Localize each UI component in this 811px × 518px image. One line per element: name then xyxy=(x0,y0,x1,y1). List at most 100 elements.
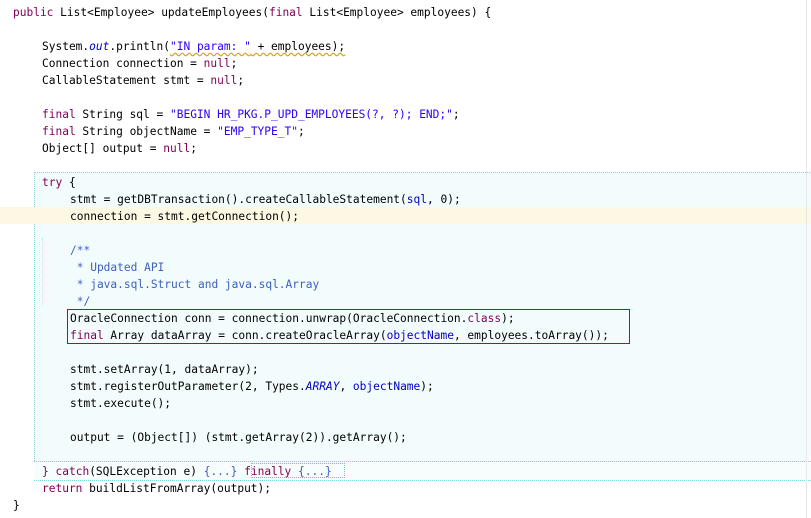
code-token: { xyxy=(62,176,76,189)
code-token: , xyxy=(339,380,353,393)
code-line-21[interactable]: } catch(SQLException e) {...} finally {.… xyxy=(0,463,811,480)
code-token: return xyxy=(42,482,83,495)
code-token: final xyxy=(268,6,303,19)
code-token: ); xyxy=(420,380,434,393)
code-line-2[interactable]: System.out.println("IN param: " + employ… xyxy=(0,38,811,55)
code-text: final Array dataArray = conn.createOracl… xyxy=(70,327,609,344)
code-token: stmt = getDBTransaction().createCallable… xyxy=(70,193,407,206)
code-token: ARRAY xyxy=(305,380,340,393)
code-token: buildListFromArray(output); xyxy=(82,482,272,495)
code-token: output = (Object[]) (stmt.getArray(2)).g… xyxy=(70,431,407,444)
code-token: ; xyxy=(230,57,238,70)
code-token: public xyxy=(13,6,54,19)
code-line-23[interactable]: } xyxy=(0,497,811,514)
code-token: final xyxy=(42,108,76,121)
code-text: } catch(SQLException e) {...} finally {.… xyxy=(42,463,332,480)
code-token: stmt.setArray(1, dataArray); xyxy=(70,363,259,376)
code-line-22[interactable]: return buildListFromArray(output); xyxy=(0,480,811,497)
code-text: try { xyxy=(42,174,76,191)
code-token: objectName xyxy=(386,329,454,342)
code-text: final String objectName = "EMP_TYPE_T"; xyxy=(42,123,305,140)
code-token: */ xyxy=(70,295,91,308)
code-token: stmt.registerOutParameter(2, Types. xyxy=(70,380,306,393)
code-line-5[interactable]: final String sql = "BEGIN HR_PKG.P_UPD_E… xyxy=(0,106,811,123)
code-token: connection = stmt.getConnection(); xyxy=(70,210,300,223)
code-text: return buildListFromArray(output); xyxy=(42,480,271,497)
code-token: String sql = xyxy=(75,108,170,121)
code-text: stmt.registerOutParameter(2, Types.ARRAY… xyxy=(70,378,434,395)
code-token: * Updated API xyxy=(70,261,165,274)
code-token: {...} xyxy=(203,465,238,478)
code-text: Object[] output = null; xyxy=(42,140,197,157)
code-line-7[interactable]: Object[] output = null; xyxy=(0,140,811,157)
code-text: stmt.setArray(1, dataArray); xyxy=(70,361,259,378)
code-line-15[interactable]: OracleConnection conn = connection.unwra… xyxy=(0,310,811,327)
code-token: {...} xyxy=(298,465,332,478)
code-token: List<Employee> updateEmployees( xyxy=(53,6,269,19)
code-token: .println( xyxy=(109,40,170,53)
code-token: "EMP_TYPE_T" xyxy=(217,125,298,138)
code-token: final xyxy=(42,125,76,138)
code-token: sql xyxy=(406,193,427,206)
code-line-4[interactable]: CallableStatement stmt = null; xyxy=(0,72,811,89)
code-token: out xyxy=(89,40,110,53)
code-token: stmt.execute(); xyxy=(70,397,172,410)
code-line-14[interactable]: */ xyxy=(0,293,811,310)
code-token: ); xyxy=(501,312,515,325)
code-line-1[interactable]: public List<Employee> updateEmployees(fi… xyxy=(0,4,811,21)
code-text: */ xyxy=(70,293,90,310)
code-line-20[interactable]: output = (Object[]) (stmt.getArray(2)).g… xyxy=(0,429,811,446)
code-text: public List<Employee> updateEmployees(fi… xyxy=(13,4,491,21)
code-line-6[interactable]: final String objectName = "EMP_TYPE_T"; xyxy=(0,123,811,140)
code-text: * Updated API xyxy=(70,259,165,276)
code-line-17[interactable]: stmt.setArray(1, dataArray); xyxy=(0,361,811,378)
code-token: "IN param: " xyxy=(170,40,251,53)
code-token: ; xyxy=(237,74,245,87)
code-text: CallableStatement stmt = null; xyxy=(42,72,244,89)
code-token: "BEGIN HR_PKG.P_UPD_EMPLOYEES(?, ?); END… xyxy=(169,108,453,121)
code-token: class xyxy=(467,312,502,325)
code-token: Connection connection = xyxy=(42,57,204,70)
code-line-16[interactable]: final Array dataArray = conn.createOracl… xyxy=(0,327,811,344)
code-token: CallableStatement stmt = xyxy=(42,74,211,87)
code-token: /** xyxy=(70,244,91,257)
code-token: ; xyxy=(190,142,197,155)
code-token: null xyxy=(163,142,191,155)
code-text: OracleConnection conn = connection.unwra… xyxy=(70,310,515,327)
code-token: objectName xyxy=(352,380,421,393)
code-line-11[interactable]: /** xyxy=(0,242,811,259)
code-text: System.out.println("IN param: " + employ… xyxy=(42,38,345,55)
code-token: ; xyxy=(297,125,305,138)
code-text: stmt.execute(); xyxy=(70,395,171,412)
code-text: Connection connection = null; xyxy=(42,55,237,72)
code-text: connection = stmt.getConnection(); xyxy=(70,208,299,225)
code-line-3[interactable]: Connection connection = null; xyxy=(0,55,811,72)
code-token: null xyxy=(210,74,238,87)
code-line-13[interactable]: * java.sql.Struct and java.sql.Array xyxy=(0,276,811,293)
code-token: final xyxy=(70,329,104,342)
code-line-12[interactable]: * Updated API xyxy=(0,259,811,276)
code-text: output = (Object[]) (stmt.getArray(2)).g… xyxy=(70,429,407,446)
code-token: } xyxy=(13,499,20,512)
code-line-19[interactable]: stmt.execute(); xyxy=(0,395,811,412)
code-token: + employees); xyxy=(250,40,346,53)
code-text: } xyxy=(13,497,20,514)
code-token: finally xyxy=(244,465,292,478)
code-token: , 0); xyxy=(427,193,461,206)
code-editor[interactable]: public List<Employee> updateEmployees(fi… xyxy=(0,0,811,518)
code-text: /** xyxy=(70,242,90,259)
code-token: System. xyxy=(42,40,90,53)
code-token: OracleConnection conn = connection.unwra… xyxy=(70,312,468,325)
code-line-10[interactable]: connection = stmt.getConnection(); xyxy=(0,208,811,225)
code-token: catch xyxy=(55,465,90,478)
code-token: * java.sql.Struct and java.sql.Array xyxy=(70,278,320,291)
code-line-18[interactable]: stmt.registerOutParameter(2, Types.ARRAY… xyxy=(0,378,811,395)
code-token: ; xyxy=(452,108,460,121)
code-text: final String sql = "BEGIN HR_PKG.P_UPD_E… xyxy=(42,106,460,123)
code-token: Object[] output = xyxy=(42,142,164,155)
code-token: String objectName = xyxy=(75,125,218,138)
code-line-8[interactable]: try { xyxy=(0,174,811,191)
code-token: } xyxy=(42,465,49,478)
code-line-9[interactable]: stmt = getDBTransaction().createCallable… xyxy=(0,191,811,208)
